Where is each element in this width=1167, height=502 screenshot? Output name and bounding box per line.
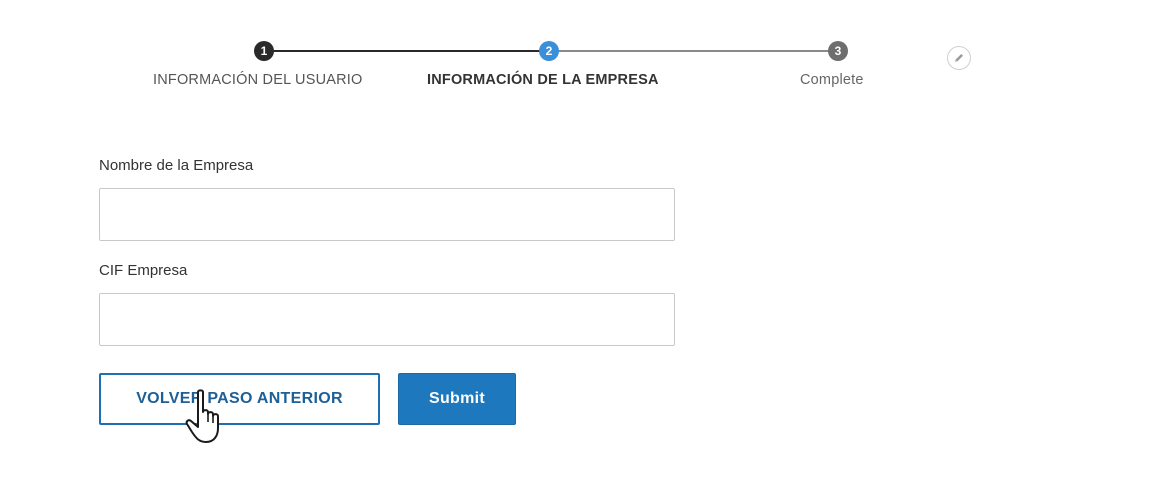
step-2-label: INFORMACIÓN DE LA EMPRESA [427,72,659,88]
submit-button[interactable]: Submit [398,373,516,425]
company-name-label: Nombre de la Empresa [99,157,254,174]
step-3-label: Complete [800,72,864,88]
step-connector-pending [549,50,838,52]
registration-form-page: 1 2 3 INFORMACIÓN DEL USUARIO INFORMACIÓ… [0,0,1167,502]
edit-button[interactable] [947,46,971,70]
step-2-indicator[interactable]: 2 [539,41,559,61]
step-1-indicator[interactable]: 1 [254,41,274,61]
step-1-label[interactable]: INFORMACIÓN DEL USUARIO [153,72,363,88]
company-cif-input[interactable] [99,293,675,346]
progress-stepper: 1 2 3 INFORMACIÓN DEL USUARIO INFORMACIÓ… [0,0,1167,110]
pencil-icon [955,54,963,62]
company-name-input[interactable] [99,188,675,241]
step-connector-completed [264,50,549,52]
company-cif-label: CIF Empresa [99,262,188,279]
previous-step-button[interactable]: VOLVER PASO ANTERIOR [99,373,380,425]
step-3-indicator: 3 [828,41,848,61]
